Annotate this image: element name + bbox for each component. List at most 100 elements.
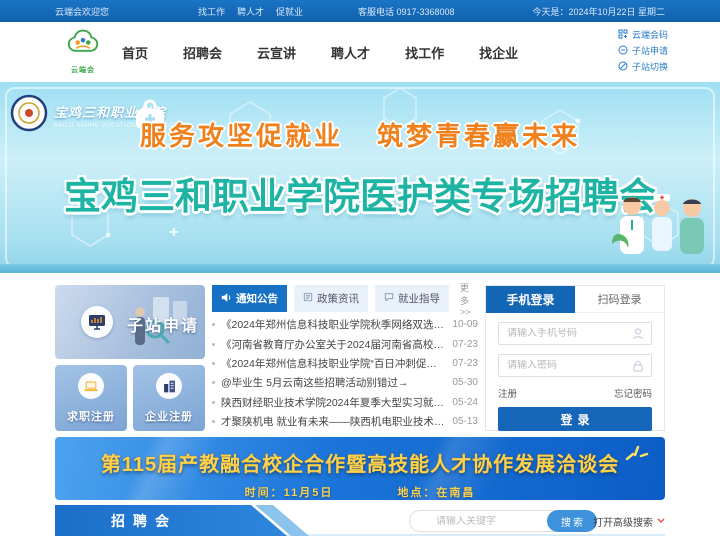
logo-text: 云端会 [71,67,95,74]
fair-promo-banner[interactable]: 第115届产教融合校企合作暨高技能人才协作发展洽谈会 时间：11月5日 地点：在… [55,437,665,500]
notice-item[interactable]: 《河南省教育厅办公室关于2024届河南省高校毕业生就... 07-23 [212,334,478,353]
more-link[interactable]: 更多>> [456,283,478,317]
nav-side-links: 云端会码 子站申请 子站切换 [618,28,668,73]
cloud-logo-icon [65,29,101,64]
jobfair-section: 招聘会 搜索 打开高级搜索 [55,505,665,538]
tab-career-guidance[interactable]: 就业指导 [375,285,449,312]
tab-notice-announcement[interactable]: 通知公告 [212,285,287,312]
phone-field-wrap [498,322,652,345]
bullet-icon [212,381,215,385]
topbar-link-hire[interactable]: 聘人才 [237,5,264,18]
tab-qr-login[interactable]: 扫码登录 [575,286,664,313]
chat-icon [384,292,394,305]
login-panel: 手机登录 扫码登录 注册 忘记密码 登录 [485,285,665,431]
side-link-substation-apply[interactable]: 子站申请 [618,44,668,57]
notice-item[interactable]: 才聚陕机电 就业有未来——陕西机电职业技术学院202... 05-13 [212,412,478,431]
banner-slogan: 服务攻坚促就业 筑梦青春赢未来 [139,121,581,151]
medical-staff-illustration [608,186,712,265]
bullet-icon [212,361,215,365]
notice-list: 《2024年郑州信息科技职业学院秋季网络双选会》 10-09 《河南省教育厅办公… [212,315,478,431]
nav-item-find-job[interactable]: 找工作 [405,43,444,62]
password-field-wrap [498,354,652,377]
notice-date: 07-23 [452,338,478,350]
login-tabs: 手机登录 扫码登录 [486,286,664,313]
side-link-label: 云端会码 [631,30,668,40]
register-link[interactable]: 注册 [498,386,517,400]
promo-company-register[interactable]: 企业注册 [133,365,205,431]
main-navbar: 云端会 首页 招聘会 云宣讲 聘人才 找工作 找企业 云端会码 子站申请 子站切… [0,22,720,82]
advanced-search-toggle[interactable]: 打开高级搜索 [593,514,665,529]
switch-icon [618,61,628,73]
notice-item[interactable]: 《2024年郑州信息科技职业学院秋季网络双选会》 10-09 [212,315,478,334]
notice-panel: 通知公告 政策资讯 就业指导 更多>> 《2024年郑州信息科技职业学院秋季网络… [212,283,478,431]
notice-date: 07-23 [452,357,478,369]
notice-tabs: 通知公告 政策资讯 就业指导 更多>> [212,283,478,317]
welcome-text: 云端会欢迎您 [55,6,110,17]
nav-item-jobfair[interactable]: 招聘会 [183,43,222,62]
notice-item[interactable]: 陕西财经职业技术学院2024年夏季大型实习就业双选会... 05-24 [212,393,478,412]
notice-title: 《2024年郑州信息科技职业学院“百日冲刺促就业”线... [221,357,444,370]
topbar-link-employment[interactable]: 促就业 [276,5,303,18]
promo-substation-label: 子站申请 [127,318,200,335]
forgot-password-link[interactable]: 忘记密码 [614,386,652,400]
speaker-icon [221,292,232,306]
side-link-label: 子站切换 [631,62,668,72]
search-button[interactable]: 搜索 [547,510,597,532]
bullet-icon [212,420,215,424]
user-icon [631,327,645,346]
site-logo[interactable]: 云端会 [58,28,108,78]
notice-title: 《河南省教育厅办公室关于2024届河南省高校毕业生就... [221,338,444,351]
nav-item-hire-talent[interactable]: 聘人才 [331,43,370,62]
password-input[interactable] [507,360,627,371]
promo-substation-apply[interactable]: 子站申请 [55,285,205,359]
side-link-label: 子站申请 [631,46,668,56]
nav-item-home[interactable]: 首页 [122,43,148,62]
bullet-icon [212,342,215,346]
login-button[interactable]: 登录 [498,407,652,431]
promo-company-label: 企业注册 [145,411,193,423]
building-icon [156,373,182,399]
advanced-search-label: 打开高级搜索 [593,518,653,529]
document-icon [303,292,313,305]
main-menu: 首页 招聘会 云宣讲 聘人才 找工作 找企业 [122,22,518,82]
notice-title: 陕西财经职业技术学院2024年夏季大型实习就业双选会... [221,396,444,409]
notice-item[interactable]: 《2024年郑州信息科技职业学院“百日冲刺促就业”线... 07-23 [212,354,478,373]
topbar-link-findjob[interactable]: 找工作 [198,5,225,18]
spark-icon [623,443,649,468]
bullet-icon [212,323,215,327]
tab-policy-news[interactable]: 政策资讯 [294,285,368,312]
chevron-down-icon [657,516,665,527]
fair-promo-location: 地点：在南昌 [397,487,476,499]
side-link-cloud-code[interactable]: 云端会码 [618,28,668,41]
fair-promo-time: 时间：11月5日 [244,487,334,499]
tab-phone-login[interactable]: 手机登录 [486,286,575,313]
qr-code-icon [618,29,628,41]
jobfair-tab[interactable]: 招聘会 [55,505,287,536]
notice-date: 10-09 [452,319,478,331]
notice-item[interactable]: @毕业生 5月云南这些招聘活动别错过→ 05-30 [212,373,478,392]
top-utility-bar: 云端会欢迎您 找工作 聘人才 促就业 客服电话 0917-3368008 今天是… [0,0,720,22]
monitor-icon [81,306,113,338]
service-phone: 客服电话 0917-3368008 [358,6,455,17]
notice-title: 《2024年郑州信息科技职业学院秋季网络双选会》 [221,319,445,332]
phone-input[interactable] [507,328,627,339]
notice-title: 才聚陕机电 就业有未来——陕西机电职业技术学院202... [221,416,445,429]
tab-label: 通知公告 [236,293,278,305]
jobfair-header: 招聘会 搜索 打开高级搜索 [55,505,665,536]
promo-jobseeker-label: 求职注册 [67,411,115,423]
tab-label: 政策资讯 [317,293,359,305]
content-row: 子站申请 求职注册 企业注册 通知公告 政策资讯 就业指导 更多>> 《2024… [55,283,665,431]
notice-date: 05-13 [452,416,478,428]
current-date: 今天是：2024年10月22日 星期二 [532,6,665,17]
search-input[interactable] [436,515,544,527]
fair-promo-title: 第115届产教融合校企合作暨高技能人才协作发展洽谈会 [100,454,620,476]
apply-icon [618,45,628,57]
side-link-substation-switch[interactable]: 子站切换 [618,60,668,73]
notice-title: @毕业生 5月云南这些招聘活动别错过→ [221,377,409,390]
hero-banner[interactable]: 宝鸡三和职业学院 BAOJI SANHE VOCATIONAL COLLEGE … [0,82,720,273]
tab-label: 就业指导 [398,293,440,305]
nav-item-cloud-lecture[interactable]: 云宣讲 [257,43,296,62]
laptop-icon [78,373,104,399]
nav-item-find-company[interactable]: 找企业 [479,43,518,62]
promo-jobseeker-register[interactable]: 求职注册 [55,365,127,431]
